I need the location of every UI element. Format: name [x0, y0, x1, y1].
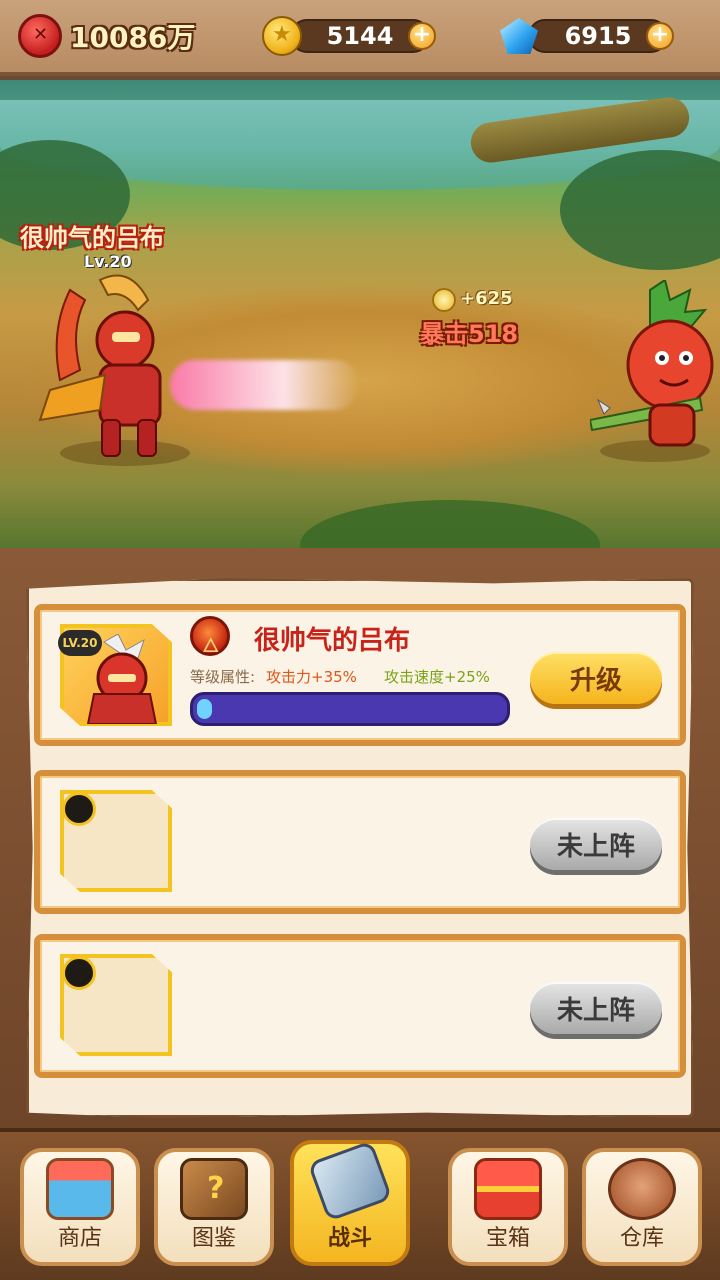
- nav-label: 图鉴: [191, 1226, 236, 1251]
- storage-icon: [608, 1158, 676, 1220]
- nav-storage[interactable]: 仓库: [582, 1148, 702, 1266]
- resource-bar: 10086万 5144 + 6915 +: [0, 0, 720, 76]
- hammer-icon: [307, 1140, 393, 1222]
- upgrade-button[interactable]: 升级: [530, 652, 662, 704]
- nav-label: 战斗: [327, 1226, 372, 1251]
- not-deployed-button[interactable]: 未上阵: [530, 818, 662, 870]
- level-attribute-label: 等级属性:: [190, 668, 256, 686]
- empty-slot-badge: [62, 792, 96, 826]
- chest-icon: [474, 1158, 542, 1220]
- coin-drop-icon: [432, 288, 456, 312]
- level-badge: LV.20: [58, 630, 102, 656]
- hero-slot-3[interactable]: 未上阵: [34, 934, 686, 1078]
- nav-label: 仓库: [619, 1226, 664, 1251]
- power-value: 10086万: [70, 21, 196, 54]
- battle-scene: 很帅气的吕布 Lv.20 +625 暴击518: [0, 80, 720, 550]
- fire-element-icon: [190, 616, 230, 664]
- nav-label: 宝箱: [485, 1226, 530, 1251]
- experience-bar: [190, 692, 510, 726]
- enemy-sprite: [590, 280, 714, 447]
- book-icon: [180, 1158, 248, 1220]
- power-display: 10086万: [18, 14, 196, 58]
- bush: [300, 500, 600, 550]
- bottom-nav: 商店 图鉴 战斗 宝箱 仓库: [0, 1128, 720, 1280]
- not-deployed-button[interactable]: 未上阵: [530, 982, 662, 1034]
- attack-beam: [170, 360, 360, 410]
- boxing-glove-icon: [18, 14, 62, 58]
- gold-display: 5144 +: [262, 16, 442, 56]
- coin-gain-text: +625: [460, 288, 513, 309]
- critical-hit-text: 暴击518: [420, 320, 519, 348]
- nav-codex[interactable]: 图鉴: [154, 1148, 274, 1266]
- hero-level-label: Lv.20: [84, 252, 132, 271]
- hero-slot-1[interactable]: LV.20 很帅气的吕布 等级属性: 攻击力+35% 攻击速度+25% 升级: [34, 604, 686, 746]
- experience-bar-fill: [197, 699, 212, 719]
- nav-chest[interactable]: 宝箱: [448, 1148, 568, 1266]
- attack-speed-bonus: 攻击速度+25%: [384, 668, 490, 686]
- add-gold-button[interactable]: +: [408, 22, 436, 50]
- gold-coin-icon: [262, 16, 302, 56]
- gem-display: 6915 +: [500, 16, 680, 56]
- nav-shop[interactable]: 商店: [20, 1148, 140, 1266]
- attack-bonus: 攻击力+35%: [266, 668, 357, 686]
- shop-icon: [46, 1158, 114, 1220]
- hero-slot-2[interactable]: 未上阵: [34, 770, 686, 914]
- nav-battle[interactable]: 战斗: [290, 1140, 410, 1266]
- hero-name-label: 很帅气的吕布: [20, 224, 164, 252]
- hero-name: 很帅气的吕布: [254, 626, 411, 656]
- empty-slot-badge: [62, 956, 96, 990]
- add-gem-button[interactable]: +: [646, 22, 674, 50]
- nav-label: 商店: [57, 1226, 102, 1251]
